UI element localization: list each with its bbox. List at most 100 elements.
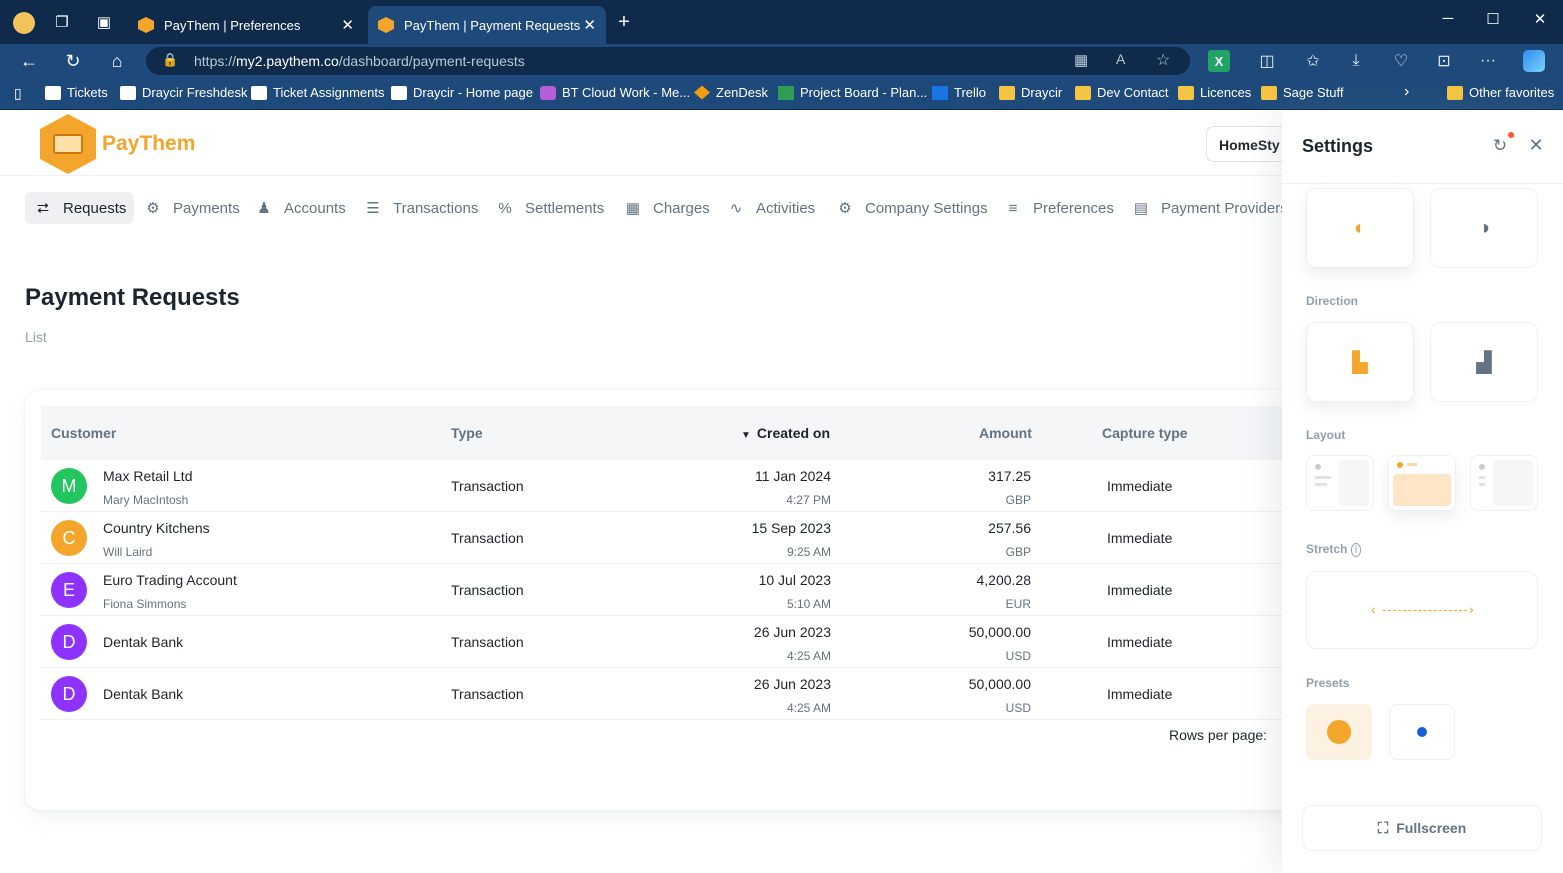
excel-extension-icon[interactable]: X: [1208, 50, 1230, 72]
info-icon: i: [1350, 543, 1362, 557]
apps-icon[interactable]: ▦: [1074, 51, 1088, 69]
gear-icon: ⚙: [838, 200, 852, 217]
customer-contact: Will Laird: [103, 545, 153, 559]
drawer-divider: [1282, 183, 1563, 184]
nav-payments[interactable]: ⚙ Payments: [135, 192, 248, 224]
url-bar[interactable]: 🔒 https://my2.paythem.co/dashboard/payme…: [146, 47, 1190, 75]
nav-accounts[interactable]: ♟ Accounts: [246, 192, 354, 224]
nav-activities[interactable]: ∿ Activities: [718, 192, 823, 224]
favorite-star-icon[interactable]: ☆: [1156, 50, 1170, 70]
browser-tab-payment-requests[interactable]: PayThem | Payment Requests ✕: [368, 6, 606, 44]
header-capture-type[interactable]: Capture type: [1102, 425, 1188, 441]
percent-icon: %: [498, 199, 512, 217]
reset-icon[interactable]: ↻: [1490, 136, 1510, 156]
nav-settlements[interactable]: % Settlements: [487, 192, 612, 224]
direction-ltr-option[interactable]: ▙: [1306, 322, 1414, 402]
profile-avatar[interactable]: [13, 12, 35, 34]
nav-requests[interactable]: ⮂ Requests: [25, 192, 135, 224]
table-row[interactable]: M Max Retail Ltd Mary MacIntosh Transact…: [41, 460, 1325, 512]
align-right-icon: ▟: [1476, 351, 1492, 374]
copilot-icon[interactable]: [1523, 50, 1545, 72]
browser-tab-preferences[interactable]: PayThem | Preferences ✕: [128, 6, 364, 44]
close-icon[interactable]: ✕: [1526, 135, 1546, 155]
refresh-icon[interactable]: ↻: [62, 50, 84, 72]
layout-horizontal-option[interactable]: [1388, 455, 1456, 511]
close-tab-icon[interactable]: ✕: [341, 16, 354, 34]
close-tab-icon[interactable]: ✕: [583, 16, 596, 34]
home-icon[interactable]: ⌂: [106, 50, 128, 72]
favorite-licences[interactable]: Licences: [1178, 85, 1251, 100]
maximize-icon[interactable]: ☐: [1481, 10, 1505, 28]
close-window-icon[interactable]: ✕: [1528, 10, 1552, 28]
folder-icon: [1447, 85, 1463, 100]
fullscreen-button[interactable]: ⛶ Fullscreen: [1302, 805, 1542, 851]
direction-label: Direction: [1306, 294, 1359, 308]
amount: 317.25: [988, 468, 1031, 484]
new-tab-icon[interactable]: +: [614, 11, 634, 33]
capture-type: Immediate: [1107, 634, 1173, 650]
created-date: 10 Jul 2023: [758, 572, 831, 588]
paythem-favicon: [138, 17, 154, 33]
tab-actions-icon[interactable]: ▣: [94, 12, 114, 32]
split-screen-icon[interactable]: ◫: [1256, 50, 1278, 72]
back-icon[interactable]: ←: [18, 50, 40, 72]
header-type[interactable]: Type: [451, 425, 483, 441]
mode-contrast-option[interactable]: ◑: [1430, 188, 1538, 268]
nav-preferences[interactable]: ≡ Preferences: [995, 192, 1122, 224]
nav-company-settings[interactable]: ⚙ Company Settings: [827, 192, 996, 224]
favorite-sage-stuff[interactable]: Sage Stuff: [1261, 85, 1343, 100]
nav-payment-providers[interactable]: ▤ Payment Providers: [1123, 192, 1296, 224]
url-text: https://my2.paythem.co/dashboard/payment…: [194, 53, 525, 69]
workspaces-icon[interactable]: ❐: [52, 12, 72, 32]
favorite-tickets[interactable]: Tickets: [45, 85, 108, 100]
header-amount[interactable]: Amount: [979, 425, 1032, 441]
favorite-project-board[interactable]: Project Board - Plan...: [778, 85, 927, 100]
favorite-zendesk[interactable]: ZenDesk: [694, 85, 768, 100]
direction-rtl-option[interactable]: ▟: [1430, 322, 1538, 402]
favorites-overflow-chevron-icon[interactable]: ›: [1404, 83, 1409, 101]
favorite-draycir-freshdesk[interactable]: Draycir Freshdesk: [120, 85, 247, 100]
browser-titlebar: ❐ ▣ PayThem | Preferences ✕ PayThem | Pa…: [0, 0, 1563, 44]
read-aloud-icon[interactable]: A: [1116, 51, 1125, 67]
download-icon[interactable]: ⤓: [1345, 50, 1367, 72]
request-type: Transaction: [451, 478, 524, 494]
table-row[interactable]: C Country Kitchens Will Laird Transactio…: [41, 512, 1325, 564]
folder-icon: [1075, 85, 1091, 100]
favorite-trello[interactable]: Trello: [932, 85, 986, 100]
favorites-icon[interactable]: ✩: [1302, 50, 1324, 72]
favorite-draycir-folder[interactable]: Draycir: [999, 85, 1062, 100]
nav-charges[interactable]: ▦ Charges: [615, 192, 718, 224]
table-row[interactable]: D Dentak Bank Transaction 26 Jun 2023 4:…: [41, 616, 1325, 668]
performance-icon[interactable]: ♡: [1390, 50, 1412, 72]
preset-orange-option[interactable]: [1306, 704, 1372, 760]
header-created-on[interactable]: ▼ Created on: [741, 425, 830, 441]
customer-contact: Mary MacIntosh: [103, 493, 189, 507]
currency: USD: [1005, 701, 1031, 715]
nav-transactions[interactable]: ☰ Transactions: [355, 192, 486, 224]
header-customer[interactable]: Customer: [51, 425, 116, 441]
table-row[interactable]: E Euro Trading Account Fiona Simmons Tra…: [41, 564, 1325, 616]
paythem-logo-icon[interactable]: [40, 114, 96, 174]
request-type: Transaction: [451, 530, 524, 546]
favorite-draycir-home[interactable]: Draycir - Home page: [391, 85, 533, 100]
mode-light-option[interactable]: ◐: [1306, 188, 1414, 268]
minimize-icon[interactable]: ─: [1436, 10, 1460, 27]
color-dot: [1327, 720, 1351, 744]
request-type: Transaction: [451, 582, 524, 598]
table-row[interactable]: D Dentak Bank Transaction 26 Jun 2023 4:…: [41, 668, 1325, 720]
screenshot-icon[interactable]: ⊡: [1433, 50, 1455, 72]
reset-badge: [1508, 132, 1514, 138]
request-type: Transaction: [451, 686, 524, 702]
stretch-toggle[interactable]: ‹ ›: [1306, 571, 1538, 649]
favorite-bt-cloud[interactable]: BT Cloud Work - Me...: [540, 85, 690, 100]
layout-mini-option[interactable]: [1470, 455, 1538, 511]
chevron-left-icon: ‹: [1371, 601, 1376, 617]
layout-vertical-option[interactable]: [1306, 455, 1374, 511]
favorite-ticket-assignments[interactable]: Ticket Assignments: [251, 85, 385, 100]
favorite-dev-contact[interactable]: Dev Contact: [1075, 85, 1169, 100]
preset-blue-option[interactable]: [1389, 704, 1455, 760]
reading-list-icon[interactable]: ▯: [14, 85, 22, 102]
created-time: 4:25 AM: [786, 649, 831, 663]
more-icon[interactable]: ···: [1477, 50, 1499, 72]
other-favorites[interactable]: Other favorites: [1447, 85, 1554, 100]
